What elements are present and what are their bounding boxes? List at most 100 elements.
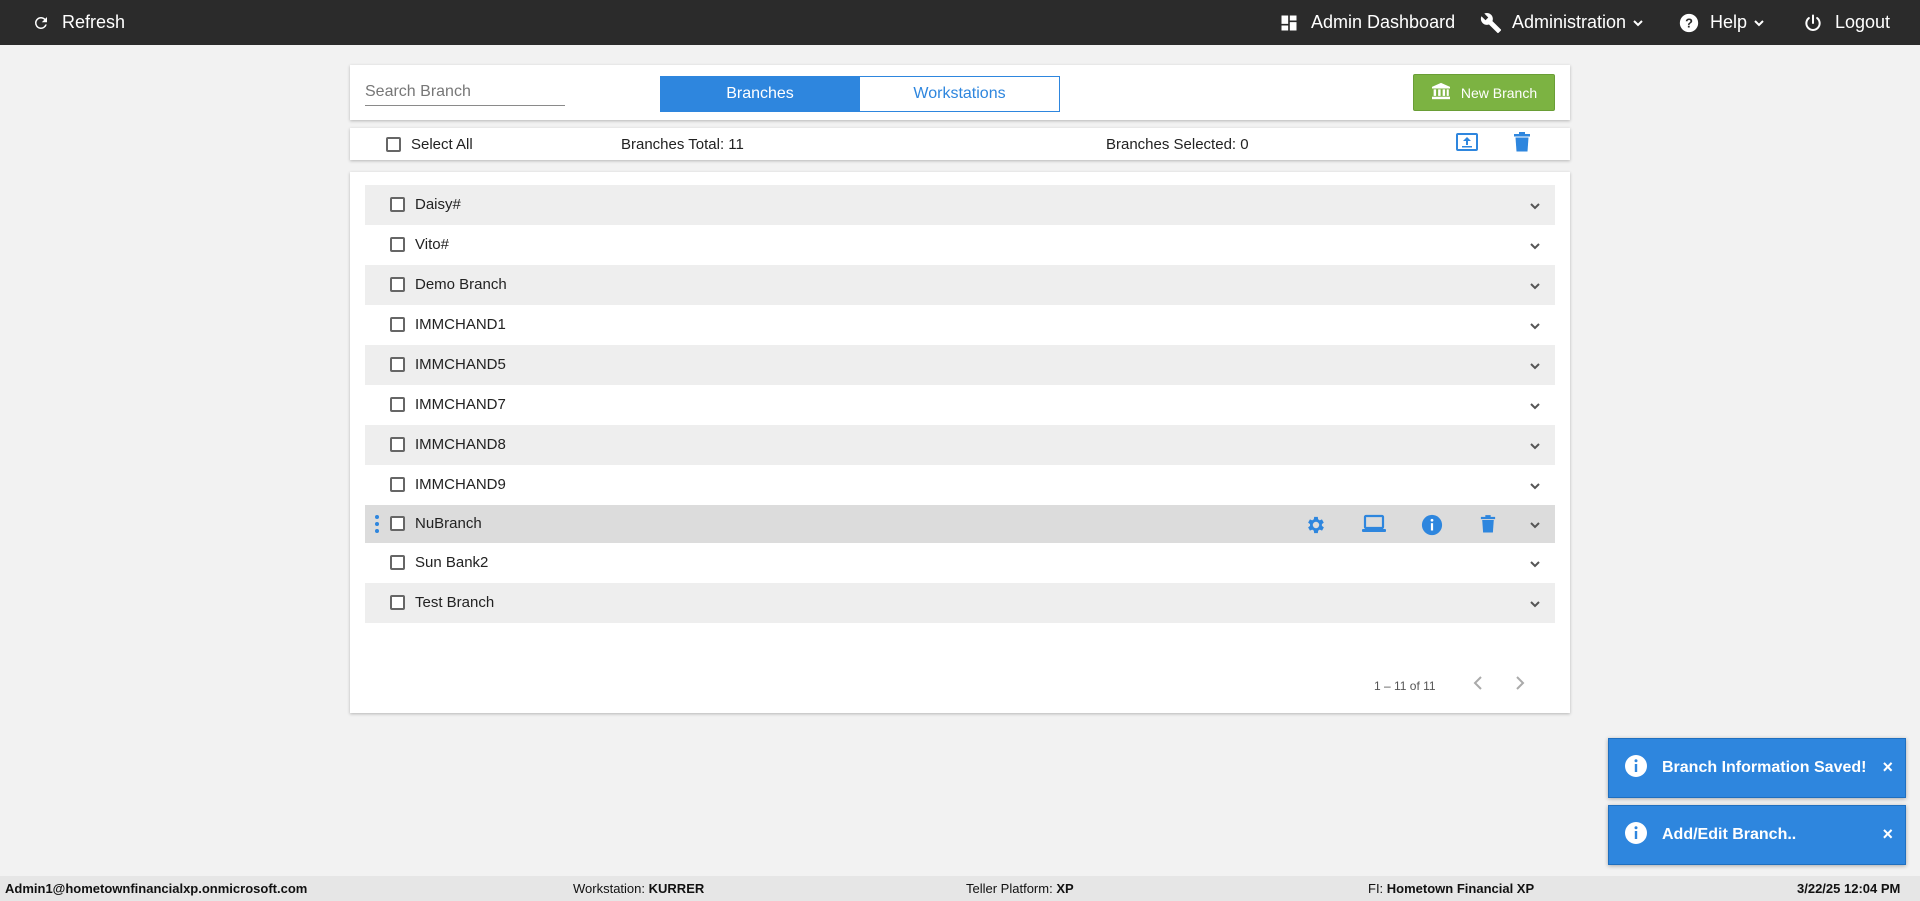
branch-name: Demo Branch xyxy=(415,276,507,293)
new-branch-button[interactable]: New Branch xyxy=(1413,74,1555,111)
chevron-down-icon[interactable] xyxy=(1528,239,1542,257)
chevron-down-icon xyxy=(1632,17,1644,29)
footer-fi: FI: Hometown Financial XP xyxy=(1368,876,1534,901)
branch-name: Vito# xyxy=(415,236,449,253)
chevron-down-icon[interactable] xyxy=(1528,399,1542,417)
row-checkbox[interactable] xyxy=(390,317,405,332)
branch-name: IMMCHAND1 xyxy=(415,316,506,333)
branch-list: Daisy# Vito# Demo Branch IMMCHAND1 IMMCH… xyxy=(365,185,1555,623)
status-footer: Admin1@hometownfinancialxp.onmicrosoft.c… xyxy=(0,876,1920,901)
footer-teller-platform: Teller Platform: XP xyxy=(966,876,1074,901)
help-menu[interactable]: ? Help xyxy=(1678,0,1765,45)
row-checkbox[interactable] xyxy=(390,555,405,570)
view-tabs: Branches Workstations xyxy=(660,76,1060,112)
logout-label: Logout xyxy=(1835,12,1891,32)
branch-row[interactable]: Vito# xyxy=(365,225,1555,265)
chevron-down-icon[interactable] xyxy=(1528,279,1542,297)
refresh-icon xyxy=(32,14,50,32)
row-checkbox[interactable] xyxy=(390,477,405,492)
teller-platform-value: XP xyxy=(1056,881,1074,896)
selection-info-bar: Select All Branches Total: 11 Branches S… xyxy=(350,128,1570,160)
dashboard-icon xyxy=(1279,13,1299,33)
svg-text:?: ? xyxy=(1685,15,1693,30)
settings-gear-icon[interactable] xyxy=(1305,514,1327,540)
toast-notification: Add/Edit Branch.. × xyxy=(1608,805,1906,865)
footer-user: Admin1@hometownfinancialxp.onmicrosoft.c… xyxy=(5,881,308,896)
branch-row[interactable]: IMMCHAND5 xyxy=(365,345,1555,385)
row-checkbox[interactable] xyxy=(390,277,405,292)
tab-branches[interactable]: Branches xyxy=(660,76,860,112)
branch-row[interactable]: Daisy# xyxy=(365,185,1555,225)
branch-name: NuBranch xyxy=(415,515,482,532)
administration-menu[interactable]: Administration xyxy=(1480,0,1644,45)
help-icon: ? xyxy=(1678,12,1700,34)
admin-dashboard-label: Admin Dashboard xyxy=(1311,12,1456,32)
close-icon[interactable]: × xyxy=(1882,824,1893,845)
close-icon[interactable]: × xyxy=(1882,757,1893,778)
row-checkbox[interactable] xyxy=(390,397,405,412)
checkbox[interactable] xyxy=(386,136,401,152)
trash-icon[interactable] xyxy=(1480,514,1496,538)
chevron-down-icon[interactable] xyxy=(1528,319,1542,337)
tab-workstations[interactable]: Workstations xyxy=(860,76,1060,112)
branch-row[interactable]: IMMCHAND8 xyxy=(365,425,1555,465)
power-icon xyxy=(1803,13,1823,33)
toast-message: Add/Edit Branch.. xyxy=(1662,826,1797,843)
row-checkbox[interactable] xyxy=(390,357,405,372)
branch-row[interactable]: Test Branch xyxy=(365,583,1555,623)
export-button[interactable] xyxy=(1455,128,1479,160)
upload-icon xyxy=(1455,132,1479,156)
branch-row[interactable]: Sun Bank2 xyxy=(365,543,1555,583)
branch-name: IMMCHAND5 xyxy=(415,356,506,373)
delete-selected-button[interactable] xyxy=(1513,128,1531,160)
toast-notification: Branch Information Saved! × xyxy=(1608,738,1906,798)
chevron-down-icon[interactable] xyxy=(1528,359,1542,377)
branch-row[interactable]: IMMCHAND1 xyxy=(365,305,1555,345)
chevron-down-icon[interactable] xyxy=(1528,479,1542,497)
help-label: Help xyxy=(1710,12,1748,32)
administration-label: Administration xyxy=(1512,12,1627,32)
select-all-checkbox[interactable]: Select All xyxy=(386,128,473,160)
chevron-down-icon[interactable] xyxy=(1528,557,1542,575)
teller-platform-label: Teller Platform: xyxy=(966,881,1053,896)
fi-label: FI: xyxy=(1368,881,1384,896)
refresh-button[interactable]: Refresh xyxy=(32,0,125,45)
footer-datetime: 3/22/25 12:04 PM xyxy=(1797,881,1901,896)
chevron-down-icon[interactable] xyxy=(1528,199,1542,217)
row-checkbox[interactable] xyxy=(390,237,405,252)
branch-toolbar: Branches Workstations New Branch xyxy=(350,65,1570,120)
workstation-value: KURRER xyxy=(648,881,705,896)
row-checkbox[interactable] xyxy=(390,516,405,531)
row-checkbox[interactable] xyxy=(390,437,405,452)
branch-row[interactable]: Demo Branch xyxy=(365,265,1555,305)
branch-name: Test Branch xyxy=(415,594,495,611)
info-icon[interactable] xyxy=(1421,514,1443,540)
branch-row-hovered[interactable]: NuBranch xyxy=(365,505,1555,543)
chevron-right-icon[interactable] xyxy=(1512,675,1526,694)
bank-icon xyxy=(1431,82,1451,103)
row-checkbox[interactable] xyxy=(390,595,405,610)
branch-name: IMMCHAND8 xyxy=(415,436,506,453)
chevron-down-icon[interactable] xyxy=(1528,597,1542,615)
fi-value: Hometown Financial XP xyxy=(1386,881,1535,896)
branches-total: Branches Total: 11 xyxy=(621,135,744,153)
drag-handle-icon[interactable] xyxy=(375,515,379,537)
admin-dashboard-link[interactable]: Admin Dashboard xyxy=(1279,0,1455,45)
toast-message: Branch Information Saved! xyxy=(1662,759,1867,776)
row-checkbox[interactable] xyxy=(390,197,405,212)
chevron-down-icon[interactable] xyxy=(1528,518,1542,536)
search-branch-input[interactable] xyxy=(365,79,565,105)
chevron-left-icon[interactable] xyxy=(1472,675,1486,694)
laptop-icon[interactable] xyxy=(1362,514,1386,538)
branch-row[interactable]: IMMCHAND9 xyxy=(365,465,1555,505)
chevron-down-icon[interactable] xyxy=(1528,439,1542,457)
workstation-label: Workstation: xyxy=(573,881,646,896)
trash-icon xyxy=(1513,132,1531,156)
info-icon xyxy=(1624,754,1648,783)
logout-button[interactable]: Logout xyxy=(1803,0,1890,45)
branch-name: Daisy# xyxy=(415,196,461,213)
new-branch-label: New Branch xyxy=(1460,84,1538,101)
refresh-label: Refresh xyxy=(62,12,126,32)
branch-row[interactable]: IMMCHAND7 xyxy=(365,385,1555,425)
branches-selected: Branches Selected: 0 xyxy=(1106,135,1249,153)
